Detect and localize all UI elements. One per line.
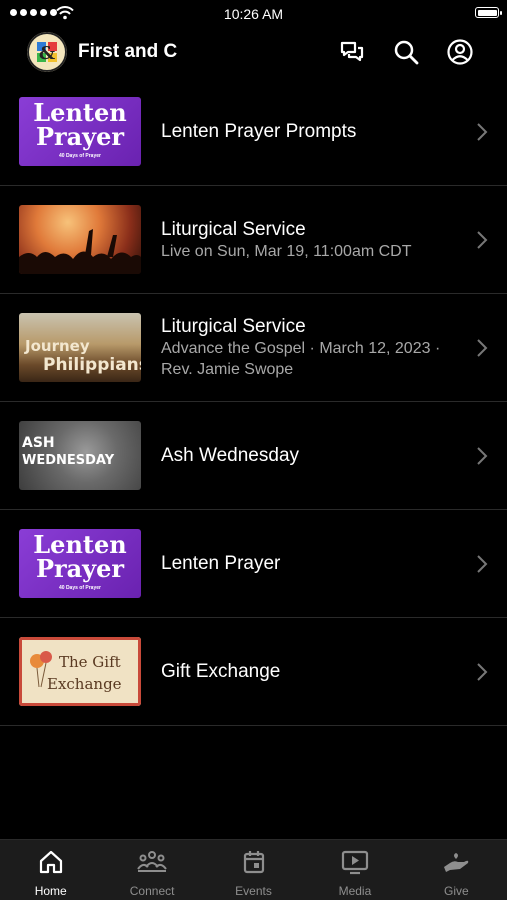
people-icon [137, 851, 167, 872]
lenten-prayer-thumbnail: Lenten Prayer 40 Days of Prayer [19, 97, 141, 166]
tab-label: Events [235, 884, 272, 898]
tab-label: Media [338, 884, 372, 898]
play-icon [341, 850, 369, 875]
status-bar: 10:26 AM [0, 0, 507, 28]
church-logo[interactable]: & [27, 32, 67, 72]
chat-icon[interactable] [338, 38, 366, 66]
calendar-icon [243, 851, 264, 874]
battery-icon [475, 7, 502, 18]
thumb-caption: 40 Days of Prayer [59, 153, 101, 159]
tab-give[interactable]: Give [406, 840, 507, 900]
list-item[interactable]: Lenten Prayer 40 Days of Prayer Lenten P… [0, 78, 507, 186]
ash-wednesday-thumbnail: ASH WEDNESDAY [19, 421, 141, 490]
worship-thumbnail [19, 205, 141, 274]
app-title: First and C [78, 41, 178, 62]
tab-media[interactable]: Media [304, 840, 405, 900]
thumb-line1: The Gift [59, 653, 121, 671]
chevron-right-icon [477, 663, 488, 681]
search-icon[interactable] [392, 38, 420, 66]
philippians-thumbnail: Journey Philippians [19, 313, 141, 382]
tab-label: Give [443, 884, 469, 898]
chevron-right-icon [477, 123, 488, 141]
chevron-right-icon [477, 339, 488, 357]
app-header: & First and C [0, 30, 507, 76]
media-list: Lenten Prayer 40 Days of Prayer Lenten P… [0, 78, 507, 726]
chevron-right-icon [477, 555, 488, 573]
thumb-line2: WEDNESDAY [22, 453, 115, 468]
lenten-prayer-thumbnail: Lenten Prayer 40 Days of Prayer [19, 529, 141, 598]
tab-events[interactable]: Events [203, 840, 304, 900]
list-item[interactable]: Journey Philippians Liturgical Service A… [0, 294, 507, 402]
chevron-right-icon [477, 447, 488, 465]
item-title: Liturgical Service [161, 316, 306, 337]
item-subtitle: Live on Sun, Mar 19, 11:00am CDT [161, 242, 412, 260]
thumb-line2: Prayer [35, 554, 125, 583]
tab-label: Connect [129, 884, 175, 898]
profile-icon[interactable] [446, 38, 474, 66]
gift-exchange-thumbnail: The Gift Exchange [19, 637, 141, 706]
list-item[interactable]: Lenten Prayer 40 Days of Prayer Lenten P… [0, 510, 507, 618]
tab-bar: Home Connect Events Media Give [0, 839, 507, 900]
item-title: Gift Exchange [161, 661, 281, 682]
hand-icon [444, 853, 469, 872]
thumb-line1: Journey [25, 337, 90, 355]
tab-label: Home [34, 884, 67, 898]
svg-text:&: & [39, 43, 55, 64]
list-item[interactable]: The Gift Exchange Gift Exchange [0, 618, 507, 726]
chevron-right-icon [477, 231, 488, 249]
thumb-line2: Prayer [35, 122, 125, 151]
tab-home[interactable]: Home [0, 840, 101, 900]
item-title: Liturgical Service [161, 218, 306, 240]
list-item[interactable]: ASH WEDNESDAY Ash Wednesday [0, 402, 507, 510]
status-time: 10:26 AM [223, 6, 284, 22]
home-icon [39, 850, 62, 874]
tab-connect[interactable]: Connect [101, 840, 202, 900]
item-title: Lenten Prayer [161, 553, 281, 574]
thumb-caption: 40 Days of Prayer [59, 585, 101, 591]
item-title: Ash Wednesday [161, 445, 300, 466]
item-title: Lenten Prayer Prompts [161, 121, 357, 142]
list-item[interactable]: Liturgical Service Live on Sun, Mar 19, … [0, 186, 507, 294]
item-subtitle: Advance the Gospel · March 12, 2023 · Re… [161, 340, 441, 378]
thumb-line2: Exchange [47, 675, 122, 693]
thumb-line2: Philippians [43, 355, 141, 375]
thumb-line1: ASH [22, 435, 55, 451]
